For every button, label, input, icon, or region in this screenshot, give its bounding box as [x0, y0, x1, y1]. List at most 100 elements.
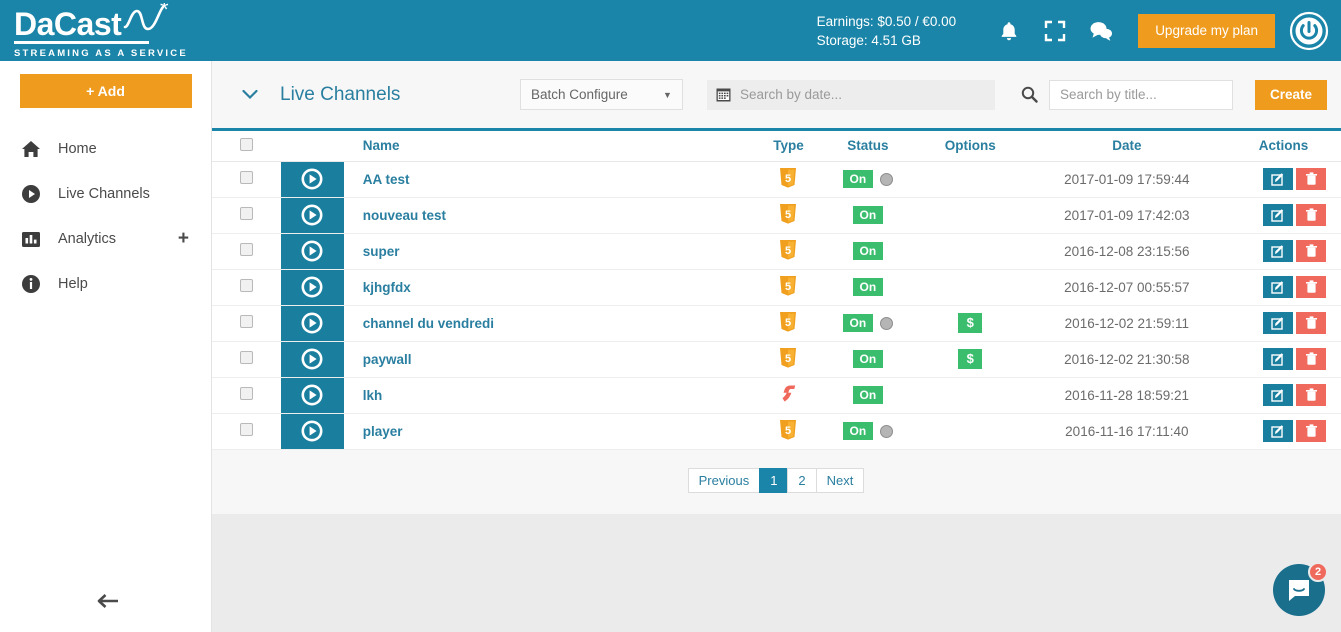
svg-text:5: 5 [785, 281, 791, 293]
row-checkbox[interactable] [239, 207, 253, 220]
channel-name-link[interactable]: player [363, 424, 403, 439]
row-date-cell: 2017-01-09 17:59:44 [1027, 161, 1227, 198]
delete-button[interactable] [1296, 240, 1326, 262]
row-checkbox[interactable] [239, 387, 253, 400]
date-search-input[interactable] [739, 87, 980, 102]
create-button[interactable]: Create [1254, 79, 1327, 110]
delete-button[interactable] [1296, 348, 1326, 370]
table-row[interactable]: player 5 On 2016-11-16 17:11:40 [212, 413, 1341, 450]
table-row[interactable]: super 5 On 2016-12-08 23:15:56 [212, 233, 1341, 270]
delete-button[interactable] [1296, 420, 1326, 442]
row-date-cell: 2016-11-16 17:11:40 [1027, 413, 1227, 450]
chevron-down-icon[interactable] [242, 89, 258, 100]
paywall-badge[interactable]: $ [958, 349, 983, 369]
channel-thumbnail[interactable] [280, 197, 344, 233]
add-button[interactable]: + Add [19, 74, 192, 108]
edit-button[interactable] [1263, 384, 1293, 406]
delete-button[interactable] [1296, 384, 1326, 406]
row-select-cell [212, 305, 281, 342]
title-search-input[interactable] [1048, 79, 1233, 110]
table-row[interactable]: kjhgfdx 5 On 2016-12-07 00:55:57 [212, 269, 1341, 306]
date-search-field[interactable] [706, 79, 995, 110]
column-header-type[interactable]: Type [754, 131, 823, 162]
table-row[interactable]: nouveau test 5 On 2017-01-09 17:42:03 [212, 197, 1341, 234]
analytics-expand-icon[interactable]: + [178, 229, 189, 248]
channel-name-link[interactable]: super [363, 244, 400, 259]
table-header: Name Type Status Options Date Actions [212, 131, 1341, 162]
pagination-page-1[interactable]: 1 [759, 467, 789, 493]
channel-thumbnail[interactable] [280, 341, 344, 377]
channel-name-link[interactable]: AA test [363, 172, 410, 187]
row-checkbox[interactable] [239, 279, 253, 292]
edit-button[interactable] [1263, 348, 1293, 370]
sidebar-item-label: Help [58, 275, 88, 292]
recording-indicator-icon[interactable] [880, 172, 894, 186]
status-badge: On [852, 386, 884, 404]
column-header-actions[interactable]: Actions [1226, 131, 1341, 162]
row-actions-cell [1226, 341, 1341, 378]
recording-indicator-icon[interactable] [880, 424, 894, 438]
top-header: DaCast * STREAMING AS A SERVICE Earnings… [0, 0, 1341, 61]
channel-name-link[interactable]: channel du vendredi [363, 316, 494, 331]
table-row[interactable]: lkh On 2016-11-28 18:59:21 [212, 377, 1341, 414]
logo-text: DaCast [14, 5, 122, 42]
pagination-page-2[interactable]: 2 [787, 467, 817, 493]
row-checkbox[interactable] [239, 351, 253, 364]
intercom-launcher[interactable]: 2 [1273, 562, 1328, 616]
channel-thumbnail[interactable] [280, 161, 344, 197]
table-row[interactable]: AA test 5 On 2017-01-09 17:59:44 [212, 161, 1341, 198]
edit-button[interactable] [1263, 240, 1293, 262]
edit-button[interactable] [1263, 276, 1293, 298]
row-checkbox[interactable] [239, 243, 253, 256]
edit-button[interactable] [1263, 312, 1293, 334]
sidebar-item-home[interactable]: Home [0, 126, 211, 171]
edit-button[interactable] [1263, 168, 1293, 190]
svg-text:*: * [160, 3, 169, 22]
row-checkbox[interactable] [239, 315, 253, 328]
channel-name-link[interactable]: kjhgfdx [363, 280, 411, 295]
table-row[interactable]: channel du vendredi 5 On $2016-12-02 21:59:… [212, 305, 1341, 342]
delete-button[interactable] [1296, 204, 1326, 226]
batch-configure-dropdown[interactable]: Batch Configure ▼ [519, 79, 683, 110]
sidebar-item-live-channels[interactable]: Live Channels [0, 171, 211, 216]
chat-bubble-icon[interactable] [1078, 8, 1124, 54]
row-date-cell: 2016-12-07 00:55:57 [1027, 269, 1227, 306]
recording-indicator-icon[interactable] [880, 316, 894, 330]
edit-button[interactable] [1263, 204, 1293, 226]
arrow-left-icon[interactable] [96, 591, 120, 616]
sidebar-item-help[interactable]: Help [0, 261, 211, 306]
row-checkbox[interactable] [239, 423, 253, 436]
delete-button[interactable] [1296, 276, 1326, 298]
channel-name-link[interactable]: paywall [363, 352, 412, 367]
channel-thumbnail[interactable] [280, 233, 344, 269]
table-row[interactable]: paywall 5 On $2016-12-02 21:30:58 [212, 341, 1341, 378]
html5-icon: 5 [779, 275, 797, 299]
brand-logo[interactable]: DaCast * STREAMING AS A SERVICE [0, 0, 212, 59]
channel-thumbnail[interactable] [280, 377, 344, 413]
row-options-cell [912, 233, 1028, 270]
pagination-next[interactable]: Next [815, 467, 865, 493]
channel-name-link[interactable]: nouveau test [363, 208, 446, 223]
pagination-previous[interactable]: Previous [687, 467, 761, 493]
column-header-status[interactable]: Status [822, 131, 913, 162]
column-header-date[interactable]: Date [1027, 131, 1227, 162]
bell-icon[interactable] [986, 8, 1032, 54]
select-all-checkbox[interactable] [239, 137, 253, 151]
row-status-cell: On [822, 413, 913, 450]
fullscreen-icon[interactable] [1032, 8, 1078, 54]
row-checkbox[interactable] [239, 171, 253, 184]
power-icon[interactable] [1289, 11, 1329, 51]
channel-thumbnail[interactable] [280, 413, 344, 449]
magnifier-icon[interactable] [1011, 86, 1049, 103]
delete-button[interactable] [1296, 168, 1326, 190]
column-header-name[interactable]: Name [346, 131, 755, 162]
channel-name-link[interactable]: lkh [363, 388, 383, 403]
channel-thumbnail[interactable] [280, 269, 344, 305]
paywall-badge[interactable]: $ [958, 313, 983, 333]
delete-button[interactable] [1296, 312, 1326, 334]
sidebar-item-analytics[interactable]: Analytics + [0, 216, 211, 261]
edit-button[interactable] [1263, 420, 1293, 442]
upgrade-plan-button[interactable]: Upgrade my plan [1138, 13, 1275, 48]
channel-thumbnail[interactable] [280, 305, 344, 341]
column-header-options[interactable]: Options [912, 131, 1028, 162]
